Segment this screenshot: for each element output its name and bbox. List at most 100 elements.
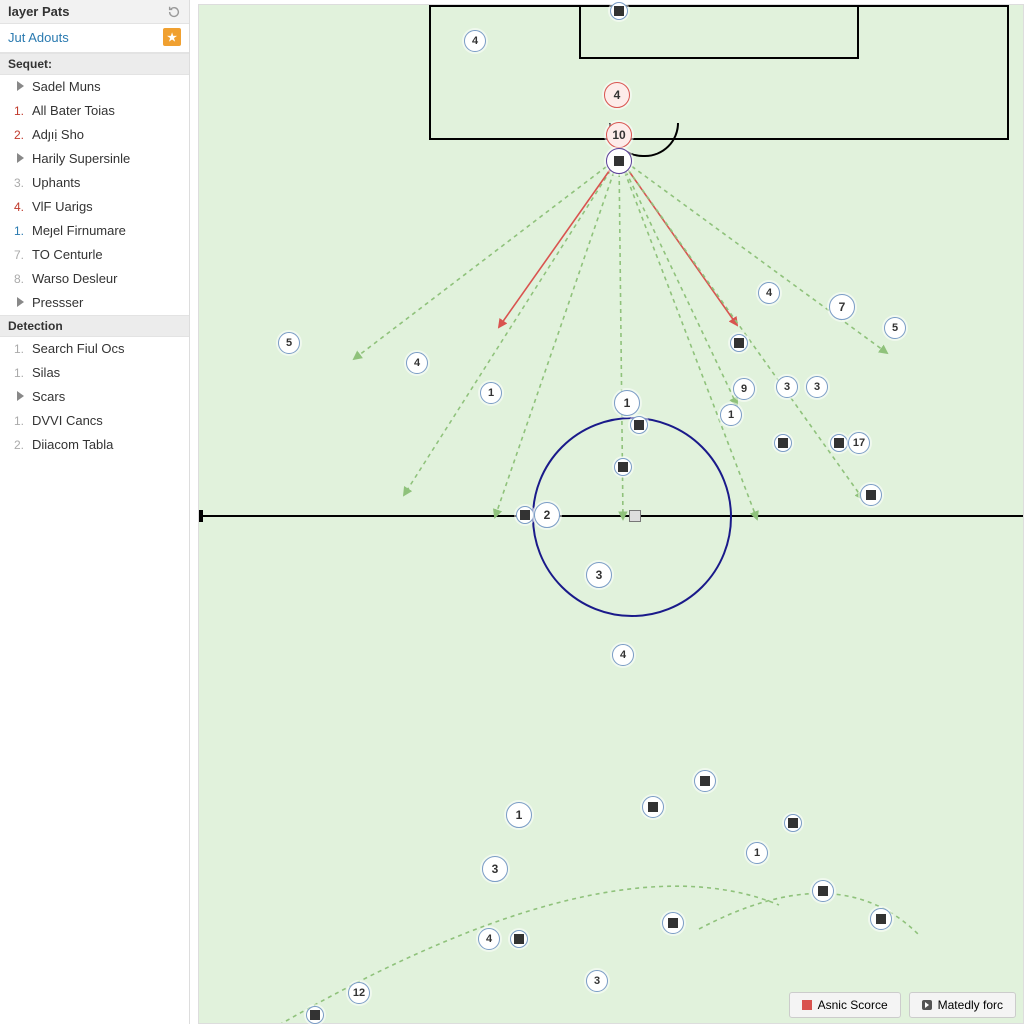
footer-toolbar: Asnic Scorce Matedly forc [789,992,1016,1018]
player-marker[interactable] [860,484,882,506]
player-marker[interactable]: 4 [464,30,486,52]
player-marker[interactable]: 1 [746,842,768,864]
player-marker[interactable] [812,880,834,902]
player-marker[interactable] [510,930,528,948]
player-glyph-icon [648,802,658,812]
player-number: 3 [492,862,499,876]
item-label: Warso Desleur [32,270,181,288]
player-marker[interactable] [606,148,632,174]
section-detection-title: Detection [0,315,189,337]
item-number: 7. [10,246,24,264]
item-label: Sadel Muns [32,78,181,96]
player-glyph-icon [614,156,624,166]
player-marker[interactable]: 3 [586,970,608,992]
sidebar-item[interactable]: 1.Search Fiul Ocs [0,337,189,361]
player-marker[interactable] [306,1006,324,1024]
player-glyph-icon [514,934,524,944]
player-glyph-icon [834,438,844,448]
sidebar-item[interactable]: 4.VlF Uarigs [0,195,189,219]
player-number: 5 [892,322,898,334]
player-marker[interactable] [830,434,848,452]
player-marker[interactable]: 1 [614,390,640,416]
player-number: 4 [620,649,626,661]
player-number: 17 [853,437,865,449]
player-number: 1 [488,387,494,399]
player-marker[interactable] [730,334,748,352]
player-marker[interactable]: 4 [758,282,780,304]
sidebar-item[interactable]: Harily Supersinle [0,147,189,171]
sidebar-item[interactable]: Pressser [0,291,189,315]
section-sequence-title: Sequet: [0,53,189,75]
player-marker[interactable]: 3 [806,376,828,398]
player-number: 5 [286,337,292,349]
score-button-label: Asnic Scorce [818,998,888,1012]
player-marker[interactable]: 7 [829,294,855,320]
player-marker[interactable]: 3 [482,856,508,882]
player-marker[interactable]: 10 [606,122,632,148]
player-marker[interactable] [614,458,632,476]
refresh-icon[interactable] [167,5,181,19]
player-marker[interactable]: 4 [478,928,500,950]
pitch-canvas[interactable]: 441047554933111172341134312 [198,4,1024,1024]
sidebar-item[interactable]: 3.Uphants [0,171,189,195]
player-number: 4 [614,88,621,102]
player-marker[interactable] [662,912,684,934]
sidebar-item[interactable]: Sadel Muns [0,75,189,99]
score-button[interactable]: Asnic Scorce [789,992,901,1018]
play-triangle-icon [10,150,24,168]
player-marker[interactable] [870,908,892,930]
player-marker[interactable]: 4 [406,352,428,374]
sidebar-item[interactable]: 1.Silas [0,361,189,385]
player-marker[interactable] [516,506,534,524]
player-marker[interactable]: 3 [776,376,798,398]
player-marker[interactable]: 4 [612,644,634,666]
item-label: Meȷel Firnumare [32,222,181,240]
player-glyph-icon [818,886,828,896]
sidebar-title: layer Pats [8,4,69,19]
player-glyph-icon [310,1010,320,1020]
sidebar-item[interactable]: 1.DVVI Cancs [0,409,189,433]
player-number: 3 [814,381,820,393]
player-number: 4 [766,287,772,299]
play-button[interactable]: Matedly forc [909,992,1016,1018]
player-marker[interactable]: 1 [480,382,502,404]
player-marker[interactable] [694,770,716,792]
sidebar-item[interactable]: 2.Adȷıị Sho [0,123,189,147]
player-marker[interactable]: 12 [348,982,370,1004]
sidebar-item[interactable]: 7. TO Centurle [0,243,189,267]
player-marker[interactable] [642,796,664,818]
player-marker[interactable]: 1 [720,404,742,426]
sidebar-item[interactable]: 1.All Bater Toias [0,99,189,123]
player-marker[interactable]: 4 [604,82,630,108]
player-glyph-icon [618,462,628,472]
sidebar-badge-icon[interactable]: ★ [163,28,181,46]
player-marker[interactable] [784,814,802,832]
sidebar: layer Pats Jut Adouts ★ Sequet: Sadel Mu… [0,0,190,1024]
item-number: 1. [10,412,24,430]
sidebar-header: layer Pats [0,0,189,24]
player-marker[interactable] [774,434,792,452]
detection-list: 1.Search Fiul Ocs1.SilasScars1.DVVI Canc… [0,337,189,457]
item-number: 1. [10,102,24,120]
sidebar-item[interactable]: 1.Meȷel Firnumare [0,219,189,243]
player-glyph-icon [876,914,886,924]
sidebar-item[interactable]: 8.Warso Desleur [0,267,189,291]
sidebar-tab[interactable]: Jut Adouts [8,30,69,45]
play-icon [922,1000,932,1010]
player-marker[interactable]: 5 [884,317,906,339]
player-marker[interactable]: 2 [534,502,560,528]
player-marker[interactable]: 9 [733,378,755,400]
sidebar-item[interactable]: Scars [0,385,189,409]
player-marker[interactable]: 17 [848,432,870,454]
item-label: Harily Supersinle [32,150,181,168]
item-label: TO Centurle [32,246,181,264]
player-number: 4 [472,35,478,47]
player-glyph-icon [778,438,788,448]
player-marker[interactable]: 1 [506,802,532,828]
player-marker[interactable]: 5 [278,332,300,354]
sidebar-item[interactable]: 2.Diiacom Tabla [0,433,189,457]
player-marker[interactable] [630,416,648,434]
player-marker[interactable]: 3 [586,562,612,588]
player-marker[interactable] [610,2,628,20]
item-label: VlF Uarigs [32,198,181,216]
